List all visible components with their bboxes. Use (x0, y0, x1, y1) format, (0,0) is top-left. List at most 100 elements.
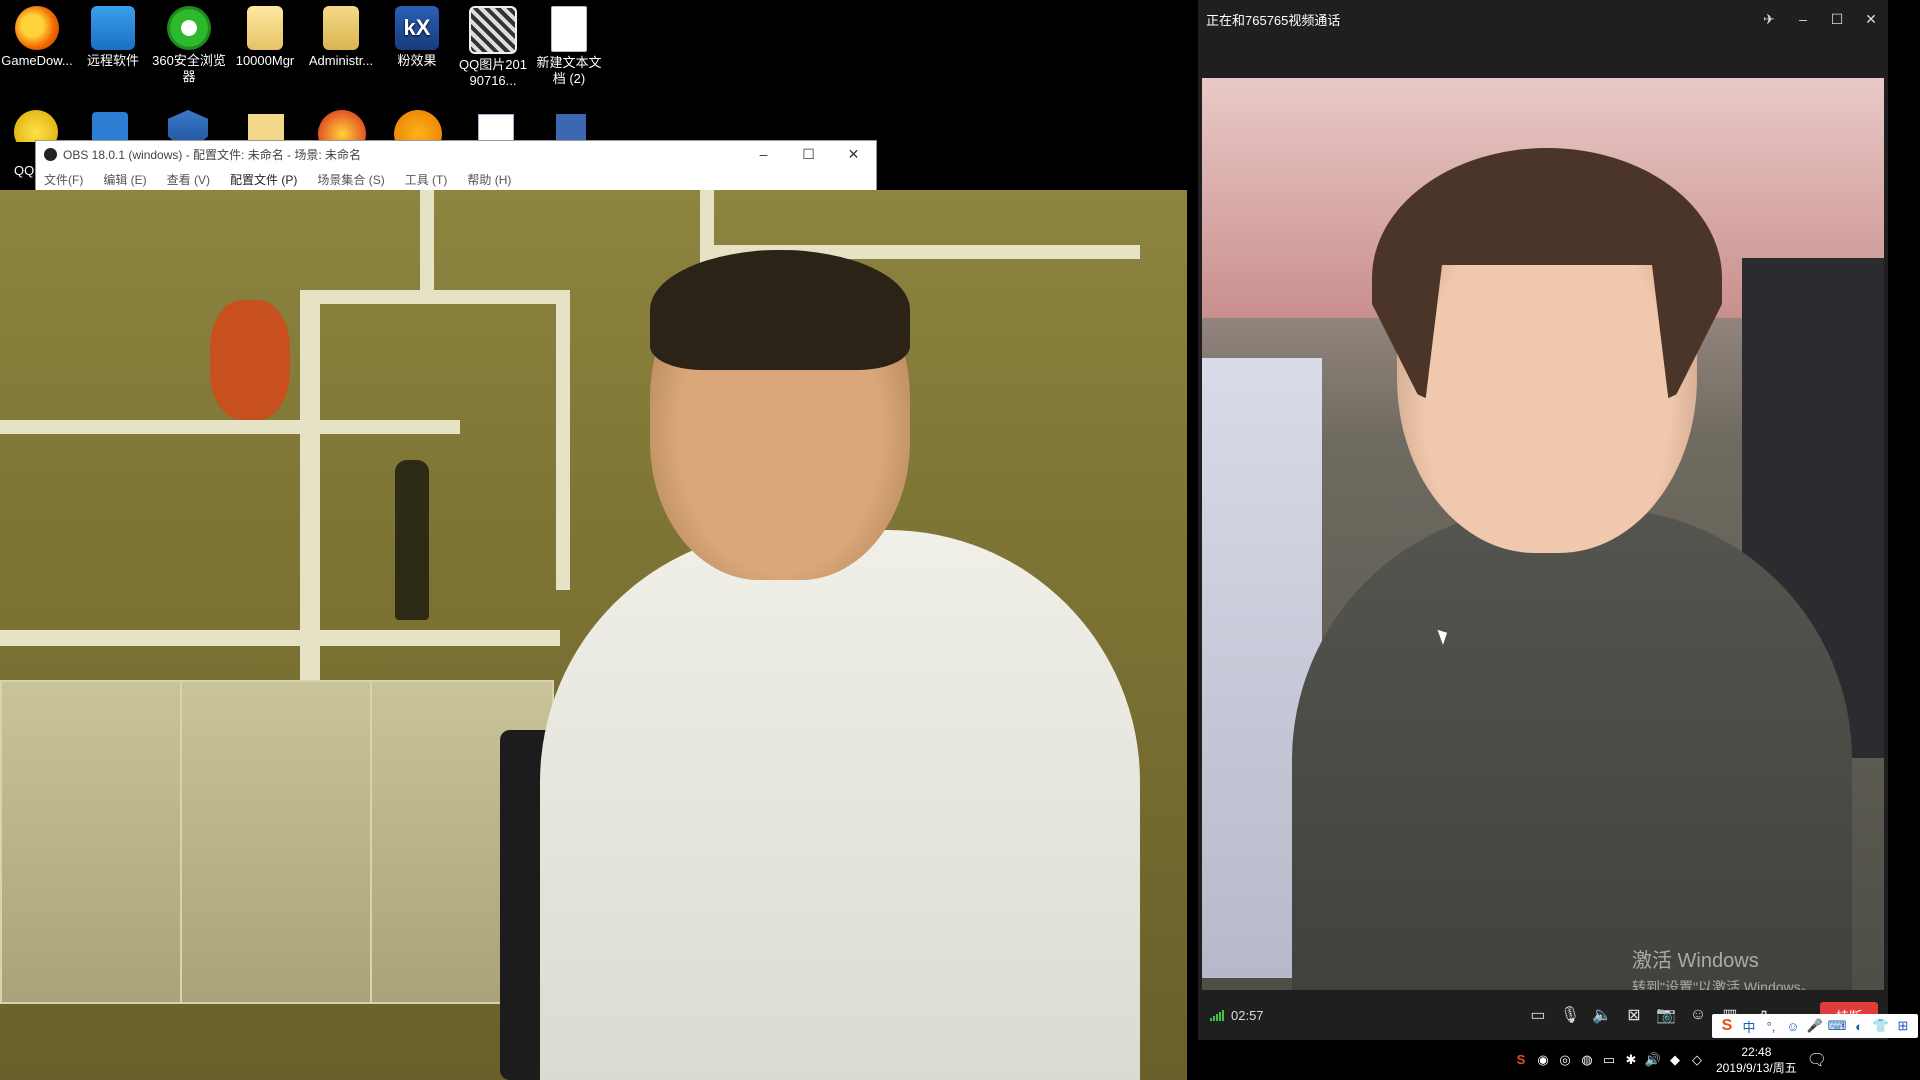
microphone-icon[interactable]: 🎙 (1554, 1005, 1586, 1025)
shirt-icon[interactable]: 👕 (1870, 1018, 1892, 1034)
taskbar-clock[interactable]: 22:48 2019/9/13/周五 (1716, 1044, 1797, 1076)
sogou-tray-icon[interactable]: S (1510, 1052, 1532, 1068)
shelf (556, 290, 570, 590)
shelf (0, 420, 460, 434)
shelf (300, 290, 570, 304)
minimize-icon[interactable]: – (741, 146, 786, 163)
grid-icon[interactable]: ⊞ (1892, 1018, 1914, 1034)
desktop-icon-label: QQ (14, 163, 35, 178)
obs-titlebar[interactable]: OBS 18.0.1 (windows) - 配置文件: 未命名 - 场景: 未… (36, 141, 876, 167)
notification-icon[interactable]: 🗨 (1807, 1050, 1827, 1070)
obs-logo-icon (44, 147, 57, 161)
game-icon[interactable] (318, 110, 366, 142)
cabinet (0, 680, 184, 1004)
user-folder-icon (323, 6, 359, 50)
watermark-line1: 激活 Windows (1632, 950, 1759, 972)
app-tray-icon[interactable]: ◍ (1576, 1052, 1598, 1068)
chrome-tray-icon[interactable]: ◎ (1554, 1052, 1576, 1068)
obs-window[interactable]: OBS 18.0.1 (windows) - 配置文件: 未命名 - 场景: 未… (35, 140, 877, 192)
skin-icon[interactable]: ◐ (1848, 1019, 1870, 1034)
desktop-icon-360-browser[interactable]: 360安全浏览器 (152, 2, 226, 85)
voice-icon[interactable]: 🎤 (1804, 1018, 1826, 1034)
menu-help[interactable]: 帮助 (H) (467, 171, 511, 188)
person-tank-top (1292, 508, 1852, 990)
text-file-icon (551, 6, 587, 52)
clock-date: 2019/9/13/周五 (1716, 1061, 1797, 1075)
keyboard-icon[interactable]: ⌨ (1826, 1018, 1848, 1034)
menu-tools[interactable]: 工具 (T) (405, 171, 448, 188)
desktop-icon-qq-image[interactable]: QQ图片20190716... (456, 2, 530, 89)
punctuation-icon[interactable]: °, (1760, 1019, 1782, 1034)
shelf (420, 190, 434, 300)
obs-menubar: 文件(F) 编辑 (E) 查看 (V) 配置文件 (P) 场景集合 (S) 工具… (36, 167, 876, 191)
bluetooth-icon[interactable]: ✱ (1620, 1052, 1642, 1068)
remote-video: 激活 Windows 转到"设置"以激活 Windows。 (1202, 78, 1884, 990)
ime-language[interactable]: 中 (1738, 1017, 1760, 1036)
menu-edit[interactable]: 编辑 (E) (103, 171, 146, 188)
desktop-icon-new-text-doc[interactable]: 新建文本文档 (2) (532, 2, 606, 87)
video-call-titlebar[interactable]: 正在和765765视频通话 ✈ – ☐ ✕ (1198, 0, 1888, 38)
app-tray-icon[interactable]: ◇ (1686, 1052, 1708, 1068)
close-icon[interactable]: ✕ (1854, 11, 1888, 28)
menu-view[interactable]: 查看 (V) (167, 171, 210, 188)
kx-app-icon: kX (395, 6, 439, 50)
signal-strength-icon (1210, 1009, 1225, 1021)
close-icon[interactable]: ✕ (831, 146, 876, 163)
pin-icon[interactable]: ✈ (1752, 11, 1786, 28)
shield-icon[interactable] (168, 110, 208, 142)
desktop-icon-label: 粉效果 (397, 53, 437, 68)
folder-icon[interactable] (248, 114, 284, 142)
minimize-icon[interactable]: – (1786, 11, 1820, 28)
image-file-icon (469, 6, 517, 54)
system-tray: S ◉ ◎ ◍ ▭ ✱ 🔊 ◆ ◇ 22:48 2019/9/13/周五 🗨 (1510, 1040, 1920, 1080)
music-file-icon[interactable] (478, 114, 514, 142)
desktop-icon-label: 远程软件 (86, 53, 139, 68)
sogou-icon[interactable]: S (1716, 1017, 1738, 1035)
maximize-icon[interactable]: ☐ (786, 146, 831, 163)
folder-icon (247, 6, 283, 50)
video-call-window[interactable]: 正在和765765视频通话 ✈ – ☐ ✕ 激活 Windows 转到"设置"以… (1198, 0, 1888, 1040)
windows-activation-watermark: 激活 Windows 转到"设置"以激活 Windows。 (1632, 944, 1815, 990)
qq-tray-icon[interactable]: ◉ (1532, 1052, 1554, 1068)
desktop-icon-10000mgr[interactable]: 10000Mgr (228, 2, 302, 69)
desktop-icon-gamedown[interactable]: GameDow... (0, 2, 74, 69)
desktop-icon-label: GameDow... (1, 53, 73, 68)
network-icon[interactable]: ▭ (1598, 1052, 1620, 1068)
menu-file[interactable]: 文件(F) (44, 171, 83, 188)
menu-scene-collection[interactable]: 场景集合 (S) (317, 171, 384, 188)
figurine (210, 300, 290, 420)
360-browser-icon (167, 6, 211, 50)
desktop-icon-label: Administr... (308, 53, 374, 68)
call-timer: 02:57 (1231, 1007, 1264, 1023)
security-tray-icon[interactable]: ◆ (1664, 1052, 1686, 1068)
ime-toolbar[interactable]: S 中 °, ☺ 🎤 ⌨ ◐ 👕 ⊞ (1712, 1014, 1918, 1038)
person-shirt (540, 530, 1140, 1080)
desktop-icon-effects[interactable]: kX 粉效果 (380, 2, 454, 69)
desktop-icon-remote-software[interactable]: 远程软件 (76, 2, 150, 69)
person-hair (650, 250, 910, 370)
clock-time: 22:48 (1741, 1045, 1772, 1059)
video-player-icon[interactable] (394, 110, 442, 142)
chat-icon[interactable]: ▭ (1522, 1005, 1554, 1025)
desktop-icon-label: QQ图片20190716... (459, 57, 527, 88)
app-icon[interactable] (556, 114, 586, 142)
maximize-icon[interactable]: ☐ (1820, 11, 1854, 28)
shelf (0, 630, 560, 646)
teamviewer-icon (91, 6, 135, 50)
screenshot-icon[interactable]: 📷 (1650, 1005, 1682, 1025)
desktop-icon-administrator[interactable]: Administr... (304, 2, 378, 69)
desktop-icon-label: 360安全浏览器 (152, 53, 226, 84)
effects-icon[interactable]: ☺ (1682, 1006, 1714, 1024)
cabinet (180, 680, 374, 1004)
volume-icon[interactable]: 🔊 (1642, 1052, 1664, 1068)
menu-profile[interactable]: 配置文件 (P) (230, 171, 297, 188)
watermark-line2: 转到"设置"以激活 Windows。 (1632, 979, 1815, 990)
app-icon[interactable] (92, 112, 128, 142)
emoji-icon[interactable]: ☺ (1782, 1019, 1804, 1034)
video-call-title: 正在和765765视频通话 (1206, 12, 1341, 28)
champagne-bottle (395, 460, 429, 620)
camera-off-icon[interactable]: ⊠ (1618, 1005, 1650, 1025)
speaker-icon[interactable]: 🔈 (1586, 1005, 1618, 1025)
app-icon[interactable] (14, 110, 58, 142)
desktop-icon-label: 10000Mgr (235, 53, 295, 68)
